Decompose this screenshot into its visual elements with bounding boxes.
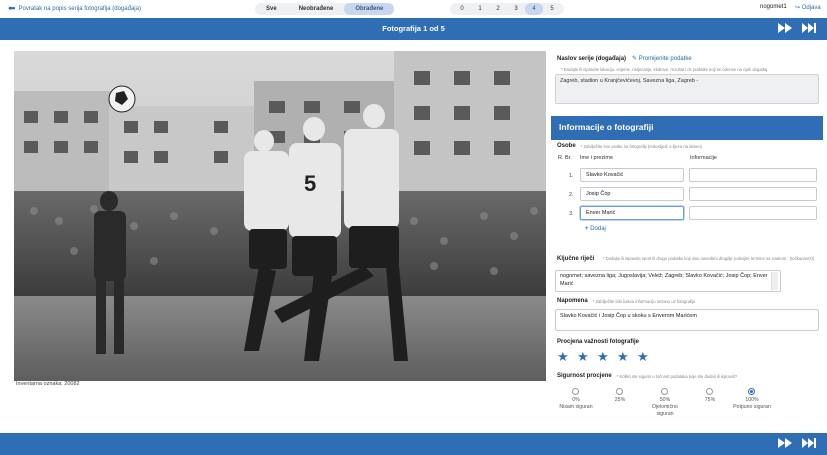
fast-forward-icon (778, 23, 792, 33)
back-link-label: Povratak na popis serija fotografija (do… (18, 5, 141, 12)
last-photo-button-bottom[interactable] (801, 437, 817, 449)
page-title: Fotografija 1 od 5 (382, 24, 445, 33)
logout-icon: ↪ (795, 5, 801, 11)
keywords-textarea[interactable]: nogomet; savezna liga; Jugoslavija; Vele… (555, 270, 781, 292)
filter-group: Sve Neobrađene Obrađene (255, 3, 395, 15)
star-icon[interactable]: ★ (597, 350, 609, 363)
page-3[interactable]: 3 (507, 3, 525, 15)
certainty-desc: Nisam siguran (559, 404, 593, 410)
info-title: Informacije o fotografiji (559, 122, 654, 132)
skip-to-end-icon (802, 438, 816, 448)
page-5[interactable]: 5 (543, 3, 561, 15)
plus-icon: + (585, 226, 589, 232)
info-section-header: Informacije o fotografiji (551, 116, 823, 140)
inventory-label: Inventarna oznaka: 20082 (16, 381, 80, 387)
note-hint: * Zabilježite bilo kakvu informaciju vez… (592, 298, 696, 304)
keywords-header: Ključne riječi * Dodajte ili ispravite s… (557, 252, 823, 263)
certainty-pct: 50% (659, 397, 671, 403)
keywords-label: Ključne riječi (557, 256, 595, 262)
photo-image: 5 (14, 51, 546, 381)
series-value-box: Zagreb, stadion u Kranjčevićevoj, Savezn… (555, 74, 819, 104)
series-header: Naslov serije (događaja) ✎ Promijenite p… (557, 55, 692, 63)
certainty-radio-2[interactable] (661, 388, 668, 395)
fast-forward-icon (778, 438, 792, 448)
col-info: Informacije (690, 155, 717, 161)
star-icon[interactable]: ★ (617, 350, 629, 363)
certainty-header: Sigurnost procjene * Koliko ste sigurni … (557, 373, 737, 379)
add-person-button[interactable]: + Dodaj (585, 226, 606, 232)
filter-processed[interactable]: Obrađene (344, 3, 395, 15)
back-arrow-icon: ⬅ (8, 3, 16, 13)
star-icon[interactable]: ★ (557, 350, 569, 363)
col-rb: R. Br. (558, 155, 572, 161)
page-0[interactable]: 0 (453, 3, 471, 15)
pencil-icon: ✎ (632, 56, 638, 62)
photograph: 5 (14, 51, 546, 381)
pagination: 0 1 2 3 4 5 (450, 3, 564, 15)
note-header: Napomena * Zabilježite bilo kakvu inform… (557, 298, 695, 304)
filter-unprocessed[interactable]: Neobrađene (288, 3, 345, 15)
back-link[interactable]: ⬅ Povratak na popis serija fotografija (… (8, 4, 141, 13)
logout-label: Odjava (801, 5, 821, 11)
skip-to-end-icon (802, 23, 816, 33)
page-2[interactable]: 2 (489, 3, 507, 15)
persons-hint: * Zabilježite sve osobe na fotografiji (… (580, 143, 702, 149)
certainty-pct: 25% (614, 397, 626, 403)
star-icon[interactable]: ★ (577, 350, 589, 363)
star-icon[interactable]: ★ (637, 350, 649, 363)
person-num: 3. (569, 211, 574, 217)
next-photo-button-bottom[interactable] (777, 437, 793, 449)
edit-series-link[interactable]: ✎ Promijenite podatke (632, 55, 692, 62)
next-photo-button[interactable] (777, 22, 793, 34)
certainty-desc: Djelomično siguran (652, 404, 678, 417)
last-photo-button[interactable] (801, 22, 817, 34)
person-num: 1. (569, 173, 574, 179)
svg-text:5: 5 (304, 171, 316, 196)
certainty-label: Sigurnost procjene (557, 373, 612, 379)
keywords-value: nogomet; savezna liga; Jugoslavija; Vele… (560, 273, 768, 287)
persons-header: Osobe * Zabilježite sve osobe na fotogra… (557, 143, 702, 149)
note-label: Napomena (557, 298, 588, 304)
persons-label: Osobe (557, 143, 576, 149)
edit-series-label: Promijenite podatke (638, 56, 692, 62)
certainty-pct: 100% (745, 397, 759, 403)
add-person-label: Dodaj (590, 226, 606, 232)
page-1[interactable]: 1 (471, 3, 489, 15)
page-4[interactable]: 4 (525, 3, 543, 15)
filter-all[interactable]: Sve (255, 3, 288, 15)
series-value: Zagreb, stadion u Kranjčevićevoj, Savezn… (560, 78, 699, 84)
certainty-radio-1[interactable] (616, 388, 623, 395)
note-value: Slavko Kovačić i Josip Čop u skoku s Env… (560, 313, 697, 319)
username: nogomet1 (760, 4, 787, 10)
keywords-hint: * Dodajte ili ispravite sport ili druge … (602, 256, 815, 261)
logout-link[interactable]: ↪ Odjava (795, 4, 821, 11)
col-name: Ime i prezime (580, 155, 614, 161)
series-hint: * Dodajte ili ispravite lokaciju, vrijem… (561, 67, 768, 72)
person-info-input[interactable] (689, 187, 817, 201)
person-info-input[interactable] (689, 168, 817, 182)
importance-label: Procjena važnosti fotografije (557, 339, 640, 345)
certainty-pct: 75% (704, 397, 716, 403)
footer-bar (0, 433, 827, 455)
certainty-pct: 0% (572, 397, 580, 403)
top-nav: ⬅ Povratak na popis serija fotografija (… (0, 0, 827, 18)
certainty-hint: * Koliko ste sigurni u točnost podataka … (616, 373, 738, 379)
person-info-input[interactable] (689, 206, 817, 220)
person-num: 2. (569, 192, 574, 198)
certainty-radio-0[interactable] (572, 388, 579, 395)
certainty-radio-3[interactable] (706, 388, 713, 395)
certainty-desc: Potpuno siguran (733, 404, 771, 410)
person-name-input[interactable]: Josip Čop (580, 187, 684, 201)
header-bar: Fotografija 1 od 5 (0, 18, 827, 40)
certainty-radio-4[interactable] (748, 388, 755, 395)
series-label: Naslov serije (događaja) (557, 55, 627, 62)
note-textarea[interactable]: Slavko Kovačić i Josip Čop u skoku s Env… (555, 309, 819, 331)
person-name-input[interactable]: Enver Marić (580, 206, 684, 220)
person-name-input[interactable]: Slavko Kovačić (580, 168, 684, 182)
keywords-scrollbar[interactable] (771, 272, 778, 290)
